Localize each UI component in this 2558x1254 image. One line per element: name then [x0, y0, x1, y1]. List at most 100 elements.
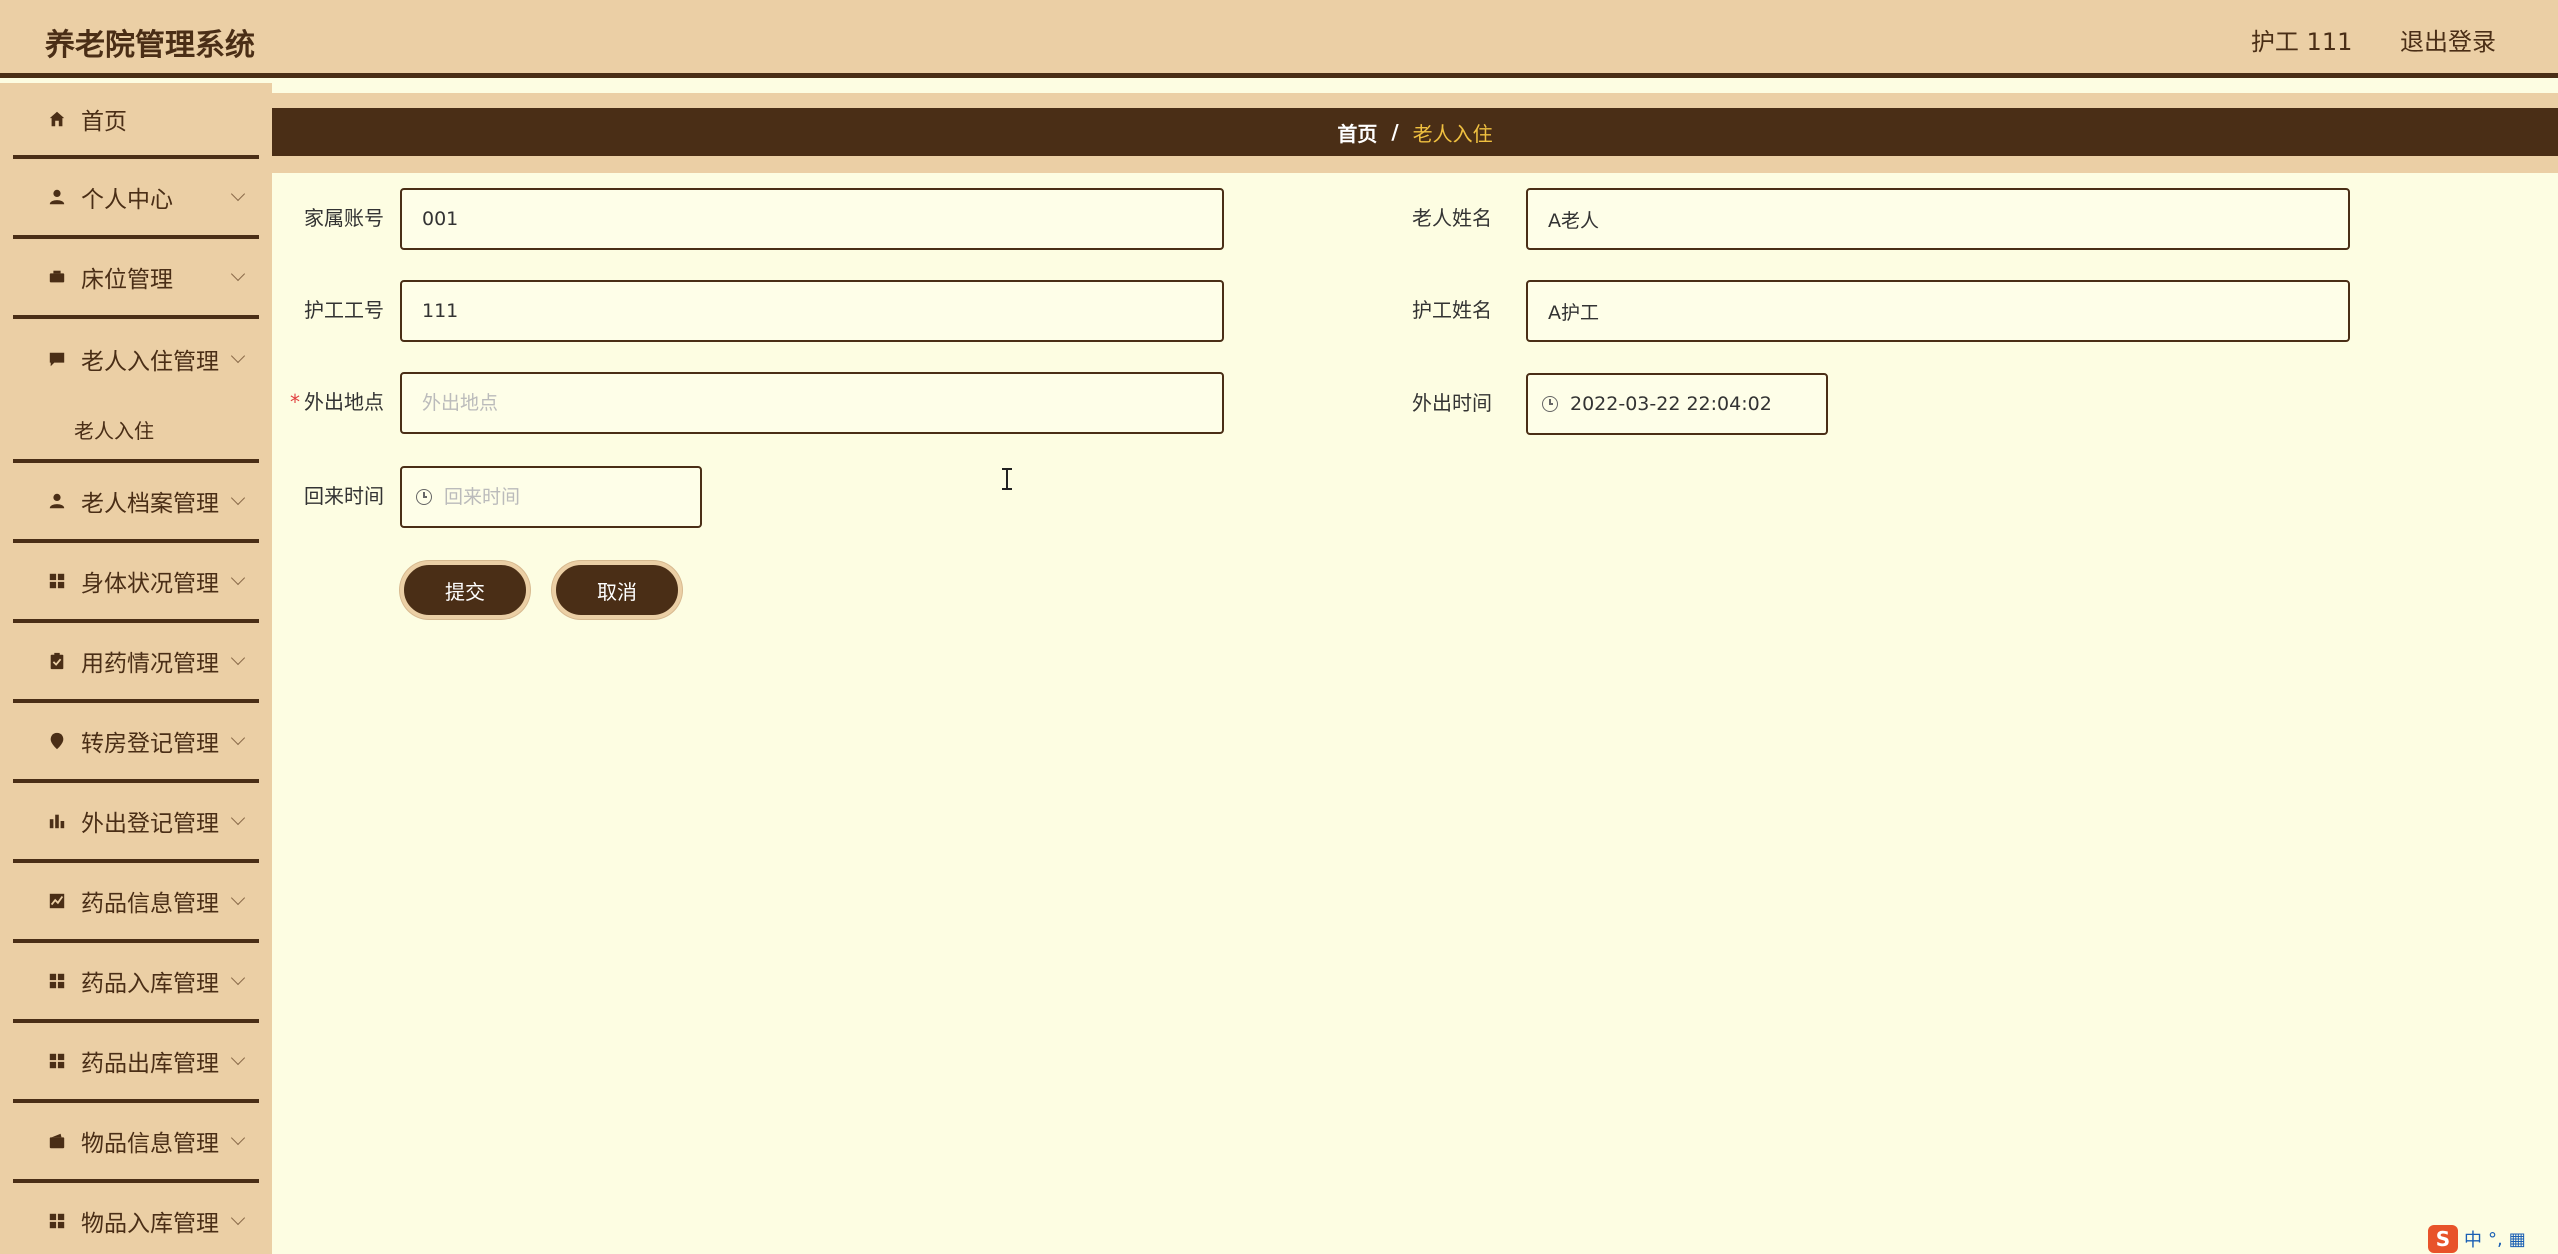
return-time-label: 回来时间 [304, 484, 384, 508]
chevron-down-icon [230, 970, 246, 986]
out-place-label-text: 外出地点 [304, 390, 384, 414]
ime-logo-icon: S [2428, 1225, 2458, 1253]
current-user-label: 护工 111 [2250, 28, 2353, 56]
out-time-picker[interactable] [1526, 373, 1828, 435]
breadcrumb-home[interactable]: 首页 [1337, 118, 1377, 147]
ime-toolbar[interactable]: S 中 °, ▦ [2418, 1224, 2558, 1254]
sidebar-item-label: 物品入库管理 [81, 1211, 219, 1237]
user-info: 护工 111 退出登录 [2211, 22, 2496, 57]
out-time-input[interactable] [1570, 393, 1826, 415]
sidebar-item-label: 个人中心 [81, 187, 173, 213]
sidebar-item-label: 首页 [81, 109, 127, 135]
sidebar-item-medicine-inbound[interactable]: 药品入库管理 [13, 943, 259, 1023]
return-time-picker[interactable] [400, 466, 702, 528]
sidebar-item-label: 药品出库管理 [81, 1051, 219, 1077]
line-chart-icon [47, 891, 67, 911]
sidebar-item-checkin-management[interactable]: 老人入住管理 [13, 319, 259, 399]
family-account-input[interactable] [422, 208, 1222, 230]
sidebar-item-medicine-info[interactable]: 药品信息管理 [13, 863, 259, 943]
chevron-down-icon [230, 348, 246, 364]
sidebar-item-label: 床位管理 [81, 267, 173, 293]
grid-icon [47, 571, 67, 591]
return-time-input[interactable] [444, 486, 700, 508]
cancel-button[interactable]: 取消 [552, 561, 682, 619]
caregiver-name-label: 护工姓名 [1412, 298, 1492, 322]
chevron-down-icon [230, 1210, 246, 1226]
elder-name-field[interactable] [1526, 188, 2350, 250]
user-icon [47, 491, 67, 511]
sidebar-item-label: 转房登记管理 [81, 731, 219, 757]
caregiver-name-field[interactable] [1526, 280, 2350, 342]
sidebar-item-label: 老人档案管理 [81, 491, 219, 517]
main-content: 首页 / 老人入住 家属账号 老人姓名 护工工号 护工姓名 *外出地点 外出时间… [272, 83, 2558, 1254]
top-header: 养老院管理系统 护工 111 退出登录 [0, 0, 2558, 78]
wallet-icon [47, 1131, 67, 1151]
sidebar-item-home[interactable]: 首页 [13, 83, 259, 159]
out-place-field[interactable] [400, 372, 1224, 434]
clock-icon [416, 489, 432, 505]
caregiver-name-input[interactable] [1548, 300, 2348, 322]
chevron-down-icon [230, 1130, 246, 1146]
sidebar-item-label: 用药情况管理 [81, 651, 219, 677]
elder-name-label: 老人姓名 [1412, 206, 1492, 230]
logout-link[interactable]: 退出登录 [2400, 28, 2496, 56]
caregiver-id-label: 护工工号 [304, 298, 384, 322]
chevron-down-icon [230, 730, 246, 746]
sidebar-item-personal-center[interactable]: 个人中心 [13, 159, 259, 239]
sidebar-menu: 首页 个人中心 床位管理 老人入住管理 老人入住 老人档案管理 身体状况管理 用… [0, 83, 272, 1254]
out-place-label: * 外出地点 [272, 372, 384, 432]
grid-icon [47, 1051, 67, 1071]
sidebar-item-label: 身体状况管理 [81, 571, 219, 597]
sidebar-item-label: 老人入住管理 [81, 349, 219, 375]
sidebar-item-elder-archive[interactable]: 老人档案管理 [13, 463, 259, 543]
app-title: 养老院管理系统 [45, 28, 255, 63]
sidebar-item-goods-inbound[interactable]: 物品入库管理 [13, 1183, 259, 1254]
breadcrumb: 首页 / 老人入住 [272, 108, 2558, 156]
sidebar-item-label: 药品信息管理 [81, 891, 219, 917]
chevron-down-icon [230, 810, 246, 826]
sidebar-item-label: 物品信息管理 [81, 1131, 219, 1157]
submit-button[interactable]: 提交 [400, 561, 530, 619]
sidebar-item-health-status[interactable]: 身体状况管理 [13, 543, 259, 623]
chevron-down-icon [230, 490, 246, 506]
sidebar-item-outing-registration[interactable]: 外出登记管理 [13, 783, 259, 863]
caregiver-id-field[interactable] [400, 280, 1224, 342]
out-place-input[interactable] [422, 392, 1222, 414]
clock-icon [1542, 396, 1558, 412]
chevron-down-icon [230, 890, 246, 906]
bed-icon [47, 267, 67, 287]
chevron-down-icon [230, 650, 246, 666]
sidebar-item-goods-info[interactable]: 物品信息管理 [13, 1103, 259, 1183]
required-mark: * [290, 390, 300, 414]
punctuation-icon: °, [2488, 1228, 2503, 1250]
grid-icon: ▦ [2508, 1228, 2526, 1250]
family-account-label: 家属账号 [304, 206, 384, 230]
grid-icon [47, 1211, 67, 1231]
out-time-label: 外出时间 [1412, 391, 1492, 415]
pin-icon [47, 731, 67, 751]
chevron-down-icon [230, 266, 246, 282]
sidebar-item-medicine-outbound[interactable]: 药品出库管理 [13, 1023, 259, 1103]
user-icon [47, 187, 67, 207]
breadcrumb-current: 老人入住 [1412, 121, 1493, 146]
chat-icon [47, 349, 67, 369]
sidebar-item-medication[interactable]: 用药情况管理 [13, 623, 259, 703]
chevron-down-icon [230, 186, 246, 202]
bar-chart-icon [47, 811, 67, 831]
grid-icon [47, 971, 67, 991]
family-account-field[interactable] [400, 188, 1224, 250]
caregiver-id-input[interactable] [422, 300, 1222, 322]
sidebar-item-room-transfer[interactable]: 转房登记管理 [13, 703, 259, 783]
sidebar-subitem-elder-checkin[interactable]: 老人入住 [13, 399, 259, 463]
breadcrumb-separator: / [1391, 120, 1399, 144]
sidebar-item-label: 药品入库管理 [81, 971, 219, 997]
clipboard-icon [47, 651, 67, 671]
chevron-down-icon [230, 570, 246, 586]
sidebar-item-bed-management[interactable]: 床位管理 [13, 239, 259, 319]
home-icon [47, 109, 67, 129]
text-cursor-icon [1002, 468, 1012, 490]
chevron-down-icon [230, 1050, 246, 1066]
sidebar-item-label: 外出登记管理 [81, 811, 219, 837]
elder-name-input[interactable] [1548, 208, 2348, 230]
ime-mode-label[interactable]: 中 [2464, 1226, 2482, 1252]
